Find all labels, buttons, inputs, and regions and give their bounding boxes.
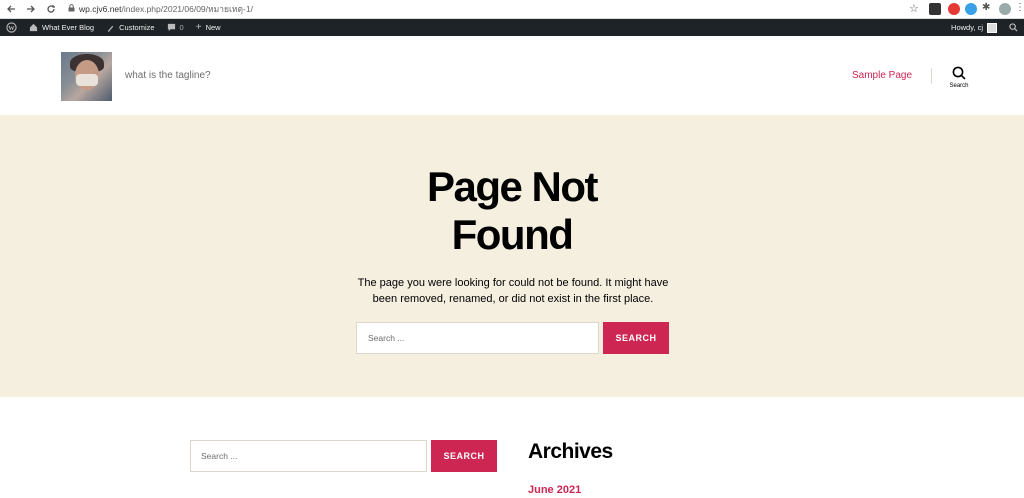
search-toggle-button[interactable]: Search — [942, 66, 976, 96]
wordpress-logo-icon[interactable]: W — [0, 19, 23, 36]
lock-icon — [68, 4, 75, 14]
not-found-description: The page you were looking for could not … — [357, 277, 669, 305]
svg-text:W: W — [8, 25, 15, 32]
arrow-right-icon[interactable] — [22, 0, 40, 18]
abp-icon[interactable] — [948, 3, 960, 15]
archives-heading: Archives — [528, 440, 613, 463]
page-title: Page Not Found — [426, 163, 599, 258]
not-found-section: Page Not Found The page you were looking… — [0, 115, 1024, 397]
header-divider — [931, 68, 932, 84]
extension-icon[interactable] — [929, 3, 941, 15]
wp-admin-bar: W What Ever Blog Customize 0 + New Howdy… — [0, 19, 1024, 36]
plus-icon: + — [195, 22, 202, 33]
comments-count: 0 — [179, 23, 184, 32]
widget-search-button[interactable]: SEARCH — [431, 440, 497, 472]
widget-search-input[interactable]: Search ... — [190, 440, 427, 472]
account-menu[interactable]: Howdy, cj — [945, 19, 1003, 36]
archive-link-june-2021[interactable]: June 2021 — [528, 484, 581, 496]
site-tagline: what is the tagline? — [125, 70, 211, 81]
admin-search-icon[interactable] — [1003, 19, 1024, 36]
address-bar[interactable]: wp.cjv6.net/index.php/2021/06/09/หมายเหต… — [68, 2, 253, 16]
comment-icon — [167, 23, 175, 32]
search-button[interactable]: SEARCH — [603, 322, 669, 354]
site-name-menu[interactable]: What Ever Blog — [23, 19, 100, 36]
avatar — [987, 22, 997, 33]
profile-icon[interactable] — [999, 3, 1011, 15]
site-name-label: What Ever Blog — [42, 23, 95, 32]
site-header: what is the tagline? Sample Page Search — [0, 36, 1024, 115]
new-label: New — [205, 23, 221, 32]
search-icon — [952, 66, 966, 80]
customize-link[interactable]: Customize — [100, 19, 160, 36]
nav-sample-page[interactable]: Sample Page — [852, 70, 912, 81]
search-toggle-label: Search — [949, 83, 969, 89]
customize-label: Customize — [119, 23, 155, 32]
home-icon — [29, 23, 38, 32]
url-domain: wp.cjv6.net — [79, 4, 122, 14]
comments-link[interactable]: 0 — [161, 19, 190, 36]
browser-toolbar: wp.cjv6.net/index.php/2021/06/09/หมายเหต… — [0, 0, 1024, 19]
star-icon[interactable]: ☆ — [909, 3, 919, 15]
site-logo[interactable] — [61, 52, 112, 101]
kebab-menu-icon[interactable]: ⋮ — [1015, 2, 1024, 13]
new-content-menu[interactable]: + New — [190, 19, 227, 36]
howdy-label: Howdy, cj — [951, 23, 983, 32]
shield-extension-icon[interactable] — [965, 3, 977, 15]
arrow-left-icon[interactable] — [2, 0, 20, 18]
brush-icon — [107, 25, 114, 32]
url-path: /index.php/2021/06/09/หมายเหตุ-1/ — [121, 4, 253, 14]
search-input[interactable]: Search ... — [356, 322, 599, 354]
puzzle-icon[interactable]: ✱ — [982, 2, 990, 13]
reload-icon[interactable] — [42, 0, 60, 18]
